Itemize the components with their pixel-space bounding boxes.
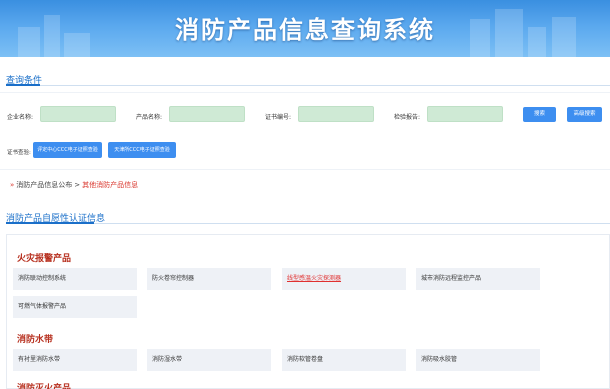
category-title-fire-alarm: 火灾报警产品: [17, 254, 72, 264]
breadcrumb-separator: >: [74, 181, 81, 189]
category-item[interactable]: 防火卷帘控制器: [147, 268, 271, 290]
cert-check-button-center[interactable]: 评定中心CCC电子证照查验: [33, 142, 102, 158]
company-name-label: 企业名称:: [7, 114, 34, 121]
search-button[interactable]: 搜索: [523, 107, 556, 122]
category-item[interactable]: 消防联动控制系统: [13, 268, 137, 290]
category-item[interactable]: 消防湿水带: [147, 349, 271, 371]
company-name-input[interactable]: [40, 106, 116, 122]
test-report-label: 检验报告:: [394, 114, 421, 121]
category-item[interactable]: 消防吸水胶管: [416, 349, 540, 371]
category-item-active[interactable]: 线型感温火灾探测器: [282, 268, 406, 290]
category-title-fire-hose: 消防水带: [17, 335, 54, 345]
section-divider: [6, 85, 610, 86]
query-panel: [0, 92, 610, 170]
product-name-input[interactable]: [169, 106, 245, 122]
breadcrumb-current: 其他消防产品信息: [82, 181, 139, 189]
advanced-search-button[interactable]: 高级搜索: [567, 107, 602, 122]
certificate-number-input[interactable]: [298, 106, 374, 122]
test-report-input[interactable]: [427, 106, 503, 122]
category-item[interactable]: 可燃气体报警产品: [13, 296, 137, 318]
certificate-check-label: 证书查验:: [7, 150, 31, 156]
breadcrumb-root-link[interactable]: 消防产品信息公布: [16, 181, 72, 189]
category-item[interactable]: 城市消防远程监控产品: [416, 268, 540, 290]
section-divider: [6, 223, 610, 224]
category-title-extinguishing: 消防灭火产品: [17, 384, 72, 389]
breadcrumb: » 消防产品信息公布 > 其他消防产品信息: [10, 180, 138, 190]
double-arrow-icon: »: [10, 181, 15, 189]
category-item[interactable]: 消防软管卷盘: [282, 349, 406, 371]
section-title-underline: [6, 222, 94, 224]
category-item[interactable]: 有衬里消防水带: [13, 349, 137, 371]
page-title: 消防产品信息查询系统: [175, 16, 435, 44]
product-name-label: 产品名称:: [136, 114, 163, 121]
certificate-number-label: 证书编号:: [265, 114, 292, 121]
section-title-underline: [6, 84, 40, 86]
header-banner: 消防产品信息查询系统: [0, 0, 610, 57]
cert-check-button-tianjin[interactable]: 天津所CCC电子证照查验: [108, 142, 176, 158]
